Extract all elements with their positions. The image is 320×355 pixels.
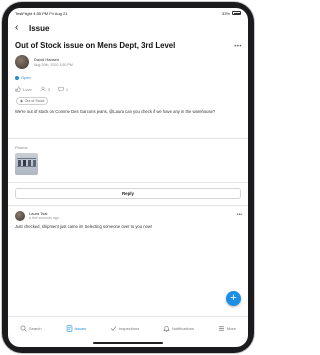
tab-label: Search [28, 326, 42, 331]
nav-title: Issue [29, 23, 50, 33]
photos-label: Photos [15, 145, 28, 150]
people-icon [40, 86, 46, 92]
tab-more[interactable]: More [218, 325, 236, 332]
tab-label: Issues [74, 326, 87, 331]
status-dot-icon [15, 75, 19, 80]
divider [8, 205, 248, 206]
battery-percent: 33% [221, 10, 230, 16]
reactions-bar: Love 3 1 [15, 86, 68, 92]
status-bar-left: TestFlight 4:55 PM Fri Aug 21 [15, 10, 68, 16]
follow-count-value: 3 [47, 86, 50, 92]
tab-inspections[interactable]: Inspections [110, 325, 139, 332]
add-button[interactable]: + [226, 291, 241, 306]
comment-count-value: 1 [65, 86, 69, 92]
issue-description: We're out of stock on Comme Des Garcons … [15, 109, 216, 114]
issues-icon [66, 325, 72, 332]
photo-thumbnail[interactable] [15, 153, 38, 175]
tablet-frame: TestFlight 4:55 PM Fri Aug 21 33% ‹ Issu… [2, 2, 254, 353]
reply-button[interactable]: Reply [15, 188, 241, 199]
tab-issues[interactable]: Issues [66, 325, 87, 332]
issue-date: Aug 20th, 2020 3:50 PM [34, 63, 73, 67]
comment-time: a few seconds ago [29, 216, 59, 220]
battery-icon [232, 11, 241, 15]
back-chevron-icon[interactable]: ‹ [15, 23, 25, 33]
comment-count[interactable]: 1 [58, 86, 68, 92]
status-bar: TestFlight 4:55 PM Fri Aug 21 33% [8, 8, 248, 18]
tag-chip[interactable]: ◉ Out of Stock [16, 97, 49, 105]
status-label: Open [21, 75, 31, 80]
inspections-icon [110, 326, 117, 331]
status-badge: Open [15, 75, 31, 80]
follow-count[interactable]: 3 [40, 86, 50, 92]
tab-label: Inspections [119, 326, 140, 331]
issue-title: Out of Stock issue on Mens Dept, 3rd Lev… [15, 41, 176, 50]
search-icon [20, 325, 27, 332]
comment-icon [58, 86, 64, 92]
commenter-avatar[interactable] [15, 211, 25, 221]
divider [8, 182, 248, 183]
issue-more-icon[interactable]: ••• [234, 44, 242, 50]
tab-label: Notifications [172, 326, 194, 331]
screen: TestFlight 4:55 PM Fri Aug 21 33% ‹ Issu… [8, 8, 248, 347]
tab-notifications[interactable]: Notifications [163, 325, 194, 332]
comment-text: Just checked, shipment just came in! Sel… [15, 224, 153, 229]
menu-icon [218, 326, 224, 331]
divider [8, 138, 248, 139]
author-avatar[interactable] [15, 55, 29, 69]
love-reaction-button[interactable]: Love [15, 86, 32, 92]
tag-label: Out of Stock [24, 99, 45, 103]
home-indicator [93, 342, 163, 344]
navigation-bar: ‹ Issue [8, 20, 248, 36]
love-label: Love [23, 86, 32, 92]
author-name: David Hansen [34, 57, 60, 62]
tab-label: More [226, 326, 236, 331]
thumbs-up-icon [15, 86, 21, 92]
tag-icon: ◉ [20, 99, 24, 103]
issue-author: David Hansen Aug 20th, 2020 3:50 PM [15, 55, 73, 69]
status-bar-right: 33% [222, 11, 241, 16]
comment-item: Laura Tsai a few seconds ago ••• Just ch… [15, 211, 242, 229]
comment-more-icon[interactable]: ••• [237, 212, 242, 218]
tab-search[interactable]: Search [20, 325, 42, 332]
bell-icon [163, 326, 170, 332]
